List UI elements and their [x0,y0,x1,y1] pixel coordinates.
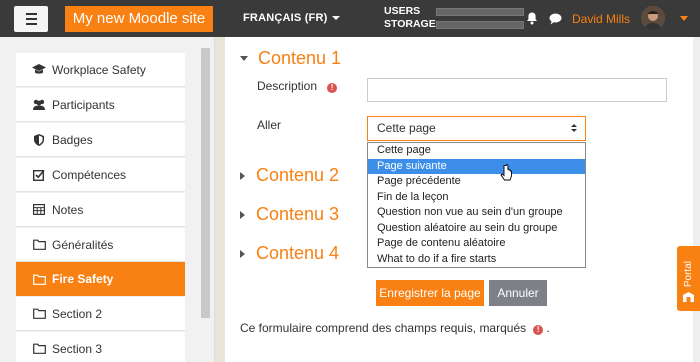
portal-icon [683,291,694,305]
section-header-contenu-4[interactable]: Contenu 4 [240,243,339,264]
expand-caret-icon [240,249,245,258]
sidebar-item-label: Section 3 [52,341,103,356]
select-value: Cette page [377,121,436,135]
option-page-precedente[interactable]: Page précédente [368,174,585,190]
shield-icon [32,133,46,146]
option-fin-de-la-lecon[interactable]: Fin de la leçon [368,190,585,206]
goto-label: Aller [257,118,282,132]
language-label: FRANÇAIS (FR) [243,12,328,24]
drawer-scrollbar[interactable] [201,48,210,318]
sidebar-item-competences[interactable]: Compétences [16,158,185,192]
expand-caret-icon [240,210,245,219]
select-arrows-icon [571,124,577,132]
sidebar-item-label: Workplace Safety [52,62,146,77]
portal-label: Portal [683,260,694,287]
folder-icon [32,308,46,320]
menu-toggle-button[interactable] [14,6,48,32]
page-scrollbar[interactable] [693,37,700,362]
save-page-button[interactable]: Enregistrer la page [376,280,484,306]
section-header-contenu-2[interactable]: Contenu 2 [240,165,339,186]
option-page-contenu-aleatoire[interactable]: Page de contenu aléatoire [368,236,585,252]
sidebar-item-label: Participants [52,97,115,112]
table-icon [32,204,46,216]
folder-icon [32,343,46,355]
hamburger-icon [25,13,37,15]
sidebar-item-generalites[interactable]: Généralités [16,228,185,262]
language-menu[interactable]: FRANÇAIS (FR) [243,12,341,24]
option-question-non-vue[interactable]: Question non vue au sein d'un groupe [368,205,585,221]
sidebar-item-section-3[interactable]: Section 3 [16,332,185,362]
sidebar-item-label: Fire Safety [52,272,114,286]
site-name-link[interactable]: My new Moodle site [65,6,213,32]
sidebar-item-fire-safety[interactable]: Fire Safety [16,262,185,296]
user-menu-caret-icon[interactable] [680,16,688,21]
section-title: Contenu 4 [256,243,340,263]
users-icon [32,99,46,111]
messages-chat-icon[interactable] [549,13,562,28]
option-question-aleatoire[interactable]: Question aléatoire au sein du groupe [368,221,585,237]
user-avatar[interactable] [641,6,665,30]
section-header-contenu-1[interactable]: Contenu 1 [240,48,341,69]
storage-label: STORAGE [384,18,436,30]
cancel-button[interactable]: Annuler [489,280,547,306]
caret-down-icon [332,16,341,21]
sidebar-item-label: Badges [52,132,93,147]
description-input[interactable] [367,78,667,102]
top-navbar: My new Moodle site FRANÇAIS (FR) USERS S… [0,0,700,37]
sidebar-item-workplace-safety[interactable]: Workplace Safety [16,53,185,87]
sidebar-item-label: Généralités [52,237,114,252]
sidebar-item-participants[interactable]: Participants [16,88,185,122]
folder-icon [32,239,46,251]
collapse-caret-icon [240,56,248,61]
description-label: Description! [257,79,338,93]
section-title: Contenu 2 [256,165,340,185]
sidebar-item-label: Notes [52,202,84,217]
option-cette-page[interactable]: Cette page [368,143,585,159]
required-icon: ! [327,83,338,93]
users-meter [436,7,524,16]
sidebar-item-section-2[interactable]: Section 2 [16,297,185,331]
section-title: Contenu 3 [256,204,340,224]
portal-tab[interactable]: Portal [677,246,700,311]
goto-select[interactable]: Cette page [367,116,586,141]
user-name[interactable]: David Mills [572,12,630,26]
required-fields-note: Ce formulaire comprend des champs requis… [240,321,550,335]
option-what-to-do-if-fire[interactable]: What to do if a fire starts [368,252,585,268]
goto-dropdown-list: Cette page Page suivante Page précédente… [367,142,586,268]
section-title: Contenu 1 [258,48,342,68]
notifications-bell-icon[interactable] [526,12,538,28]
storage-meter [436,20,524,29]
sidebar-item-notes[interactable]: Notes [16,193,185,227]
graduation-cap-icon [32,64,46,76]
folder-icon [32,273,46,285]
usage-meters: USERS STORAGE [384,5,524,31]
expand-caret-icon [240,171,245,180]
checkbox-icon [32,169,46,181]
sidebar-item-label: Section 2 [52,306,103,321]
sidebar-item-badges[interactable]: Badges [16,123,185,157]
required-icon: ! [533,325,544,335]
option-page-suivante[interactable]: Page suivante [368,158,585,174]
sidebar-item-label: Compétences [52,167,127,182]
section-header-contenu-3[interactable]: Contenu 3 [240,204,339,225]
mouse-cursor-icon [500,164,512,185]
users-label: USERS [384,5,421,17]
